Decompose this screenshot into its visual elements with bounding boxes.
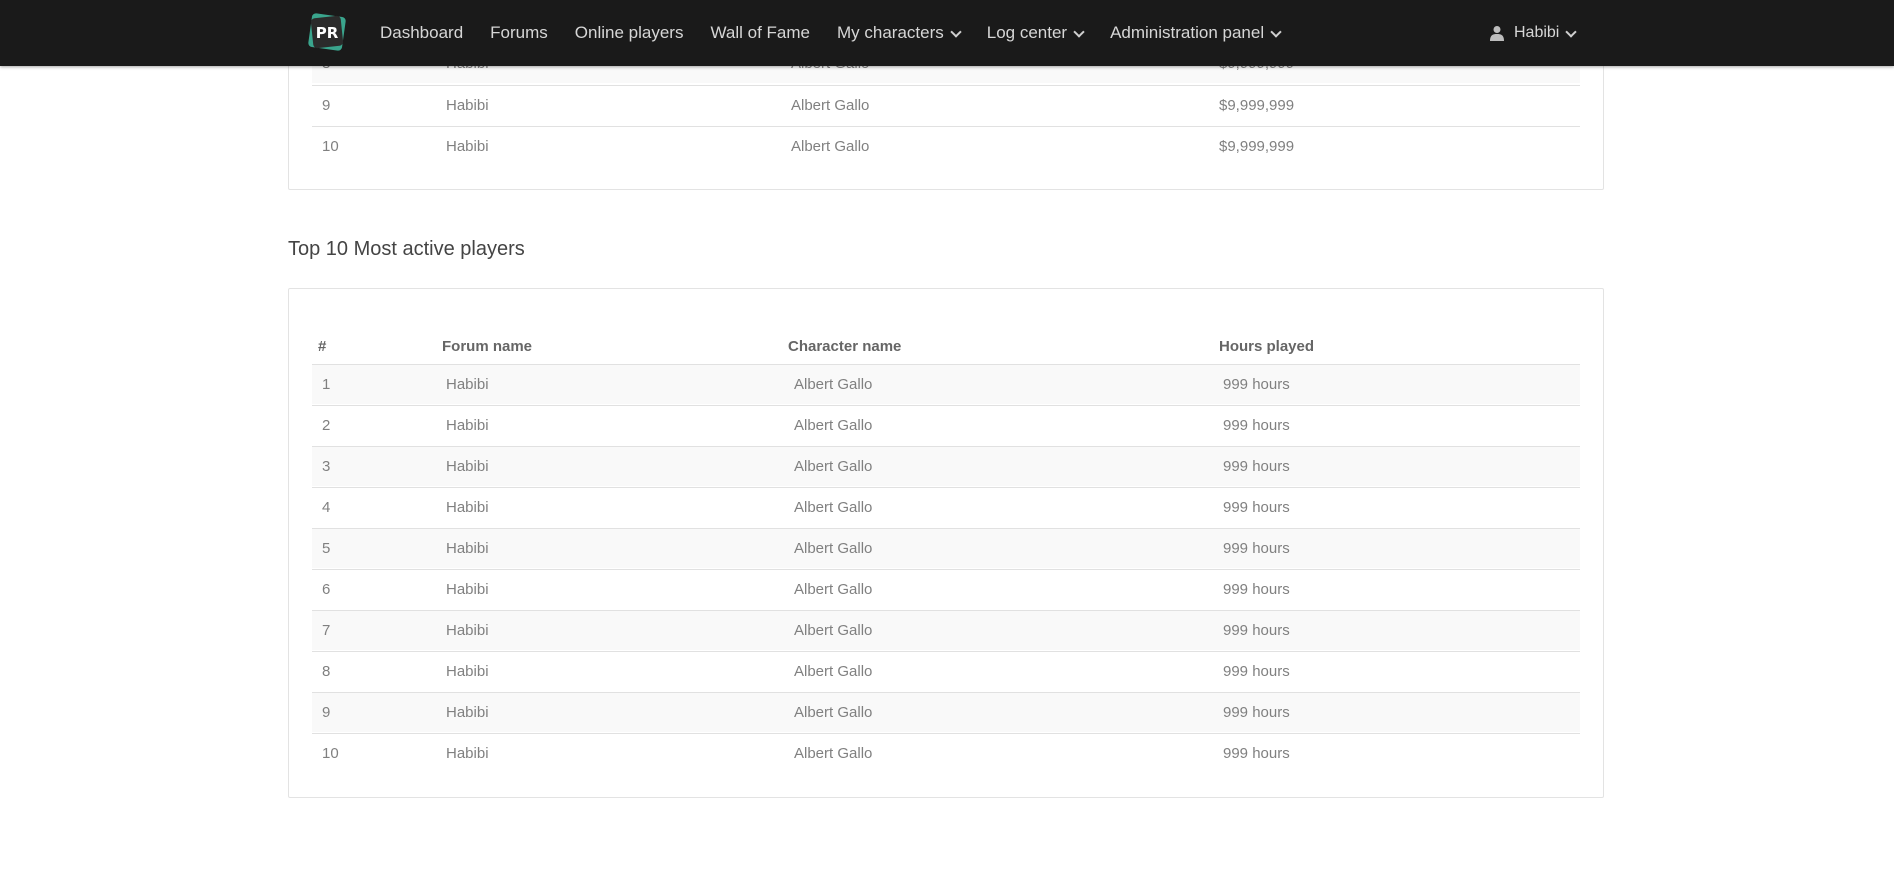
forum-name-cell: Habibi [446, 97, 489, 114]
forum-name-cell: Habibi [446, 581, 489, 598]
nav-administration-panel-label: Administration panel [1110, 23, 1265, 42]
character-name-cell: Albert Gallo [794, 622, 873, 639]
table-row: 6 Habibi Albert Gallo 999 hours [312, 569, 1580, 609]
chevron-down-icon [1073, 25, 1085, 38]
hours-played-cell: 999 hours [1223, 458, 1290, 475]
character-name-cell: Albert Gallo [794, 499, 873, 516]
nav-links: Dashboard Forums Online players Wall of … [380, 0, 1307, 66]
hours-played-cell: 999 hours [1223, 581, 1290, 598]
header-hours-played: Hours played [1219, 338, 1315, 355]
user-menu[interactable]: Habibi [1490, 0, 1578, 66]
hours-played-cell: 999 hours [1223, 622, 1290, 639]
rank-cell: 7 [322, 622, 331, 639]
nav-administration-panel[interactable]: Administration panel [1110, 23, 1282, 43]
logo-text: PR [316, 24, 339, 42]
nav-dashboard[interactable]: Dashboard [380, 23, 463, 43]
forum-name-cell: Habibi [446, 704, 489, 721]
rank-cell: 2 [322, 417, 331, 434]
table-row: 4 Habibi Albert Gallo 999 hours [312, 487, 1580, 527]
forum-name-cell: Habibi [446, 540, 489, 557]
forum-name-cell: Habibi [446, 417, 489, 434]
user-name: Habibi [1514, 24, 1560, 41]
table-row: 5 Habibi Albert Gallo 999 hours [312, 528, 1580, 568]
section-title-most-active-players: Top 10 Most active players [288, 238, 525, 260]
nav-my-characters-label: My characters [836, 23, 944, 42]
most-active-players-panel: # Forum name Character name Hours played… [288, 288, 1604, 798]
value-cell: $9,999,999 [1219, 138, 1295, 155]
nav-my-characters[interactable]: My characters [836, 23, 962, 43]
site-logo[interactable]: PR [307, 12, 347, 52]
hours-played-cell: 999 hours [1223, 745, 1290, 762]
table-row: 9 Habibi Albert Gallo $9,999,999 [312, 85, 1580, 125]
user-icon [1490, 26, 1504, 41]
hours-played-cell: 999 hours [1223, 540, 1290, 557]
header-rank: # [318, 338, 327, 355]
nav-wall-of-fame[interactable]: Wall of Fame [710, 23, 810, 43]
character-name-cell: Albert Gallo [794, 540, 873, 557]
nav-online-players[interactable]: Online players [575, 23, 684, 43]
character-name-cell: Albert Gallo [794, 704, 873, 721]
rank-cell: 9 [322, 704, 331, 721]
character-name-cell: Albert Gallo [794, 458, 873, 475]
table-row: 8 Habibi Albert Gallo 999 hours [312, 651, 1580, 691]
rank-cell: 5 [322, 540, 331, 557]
rank-cell: 10 [322, 745, 339, 762]
chevron-down-icon [950, 25, 962, 38]
rank-cell: 8 [322, 663, 331, 680]
rank-cell: 10 [322, 138, 339, 155]
character-name-cell: Albert Gallo [791, 97, 870, 114]
header-forum-name: Forum name [442, 338, 533, 355]
hours-played-cell: 999 hours [1223, 499, 1290, 516]
rank-cell: 9 [322, 97, 331, 114]
table-row: 10 Habibi Albert Gallo $9,999,999 [312, 126, 1580, 166]
hours-played-cell: 999 hours [1223, 663, 1290, 680]
table-row: 1 Habibi Albert Gallo 999 hours [312, 364, 1580, 404]
character-name-cell: Albert Gallo [791, 138, 870, 155]
nav-log-center[interactable]: Log center [986, 23, 1085, 43]
forum-name-cell: Habibi [446, 622, 489, 639]
rank-cell: 1 [322, 376, 331, 393]
rank-cell: 4 [322, 499, 331, 516]
rank-cell: 3 [322, 458, 331, 475]
top-navbar: PR Dashboard Forums Online players Wall … [0, 0, 1894, 66]
forum-name-cell: Habibi [446, 458, 489, 475]
value-cell: $9,999,999 [1219, 97, 1295, 114]
character-name-cell: Albert Gallo [794, 417, 873, 434]
table-row: 7 Habibi Albert Gallo 999 hours [312, 610, 1580, 650]
character-name-cell: Albert Gallo [794, 376, 873, 393]
forum-name-cell: Habibi [446, 663, 489, 680]
nav-log-center-label: Log center [986, 23, 1068, 42]
table-row: 2 Habibi Albert Gallo 999 hours [312, 405, 1580, 445]
hours-played-cell: 999 hours [1223, 417, 1290, 434]
hours-played-cell: 999 hours [1223, 704, 1290, 721]
chevron-down-icon [1565, 25, 1578, 38]
forum-name-cell: Habibi [446, 745, 489, 762]
chevron-down-icon [1270, 25, 1282, 38]
character-name-cell: Albert Gallo [794, 745, 873, 762]
table-header: # Forum name Character name Hours played [312, 329, 1580, 365]
table-row: 9 Habibi Albert Gallo 999 hours [312, 692, 1580, 732]
table-row: 10 Habibi Albert Gallo 999 hours [312, 733, 1580, 773]
forum-name-cell: Habibi [446, 376, 489, 393]
forum-name-cell: Habibi [446, 138, 489, 155]
nav-forums[interactable]: Forums [490, 23, 548, 43]
header-character-name: Character name [788, 338, 902, 355]
hours-played-cell: 999 hours [1223, 376, 1290, 393]
forum-name-cell: Habibi [446, 499, 489, 516]
rank-cell: 6 [322, 581, 331, 598]
character-name-cell: Albert Gallo [794, 663, 873, 680]
character-name-cell: Albert Gallo [794, 581, 873, 598]
table-row: 3 Habibi Albert Gallo 999 hours [312, 446, 1580, 486]
